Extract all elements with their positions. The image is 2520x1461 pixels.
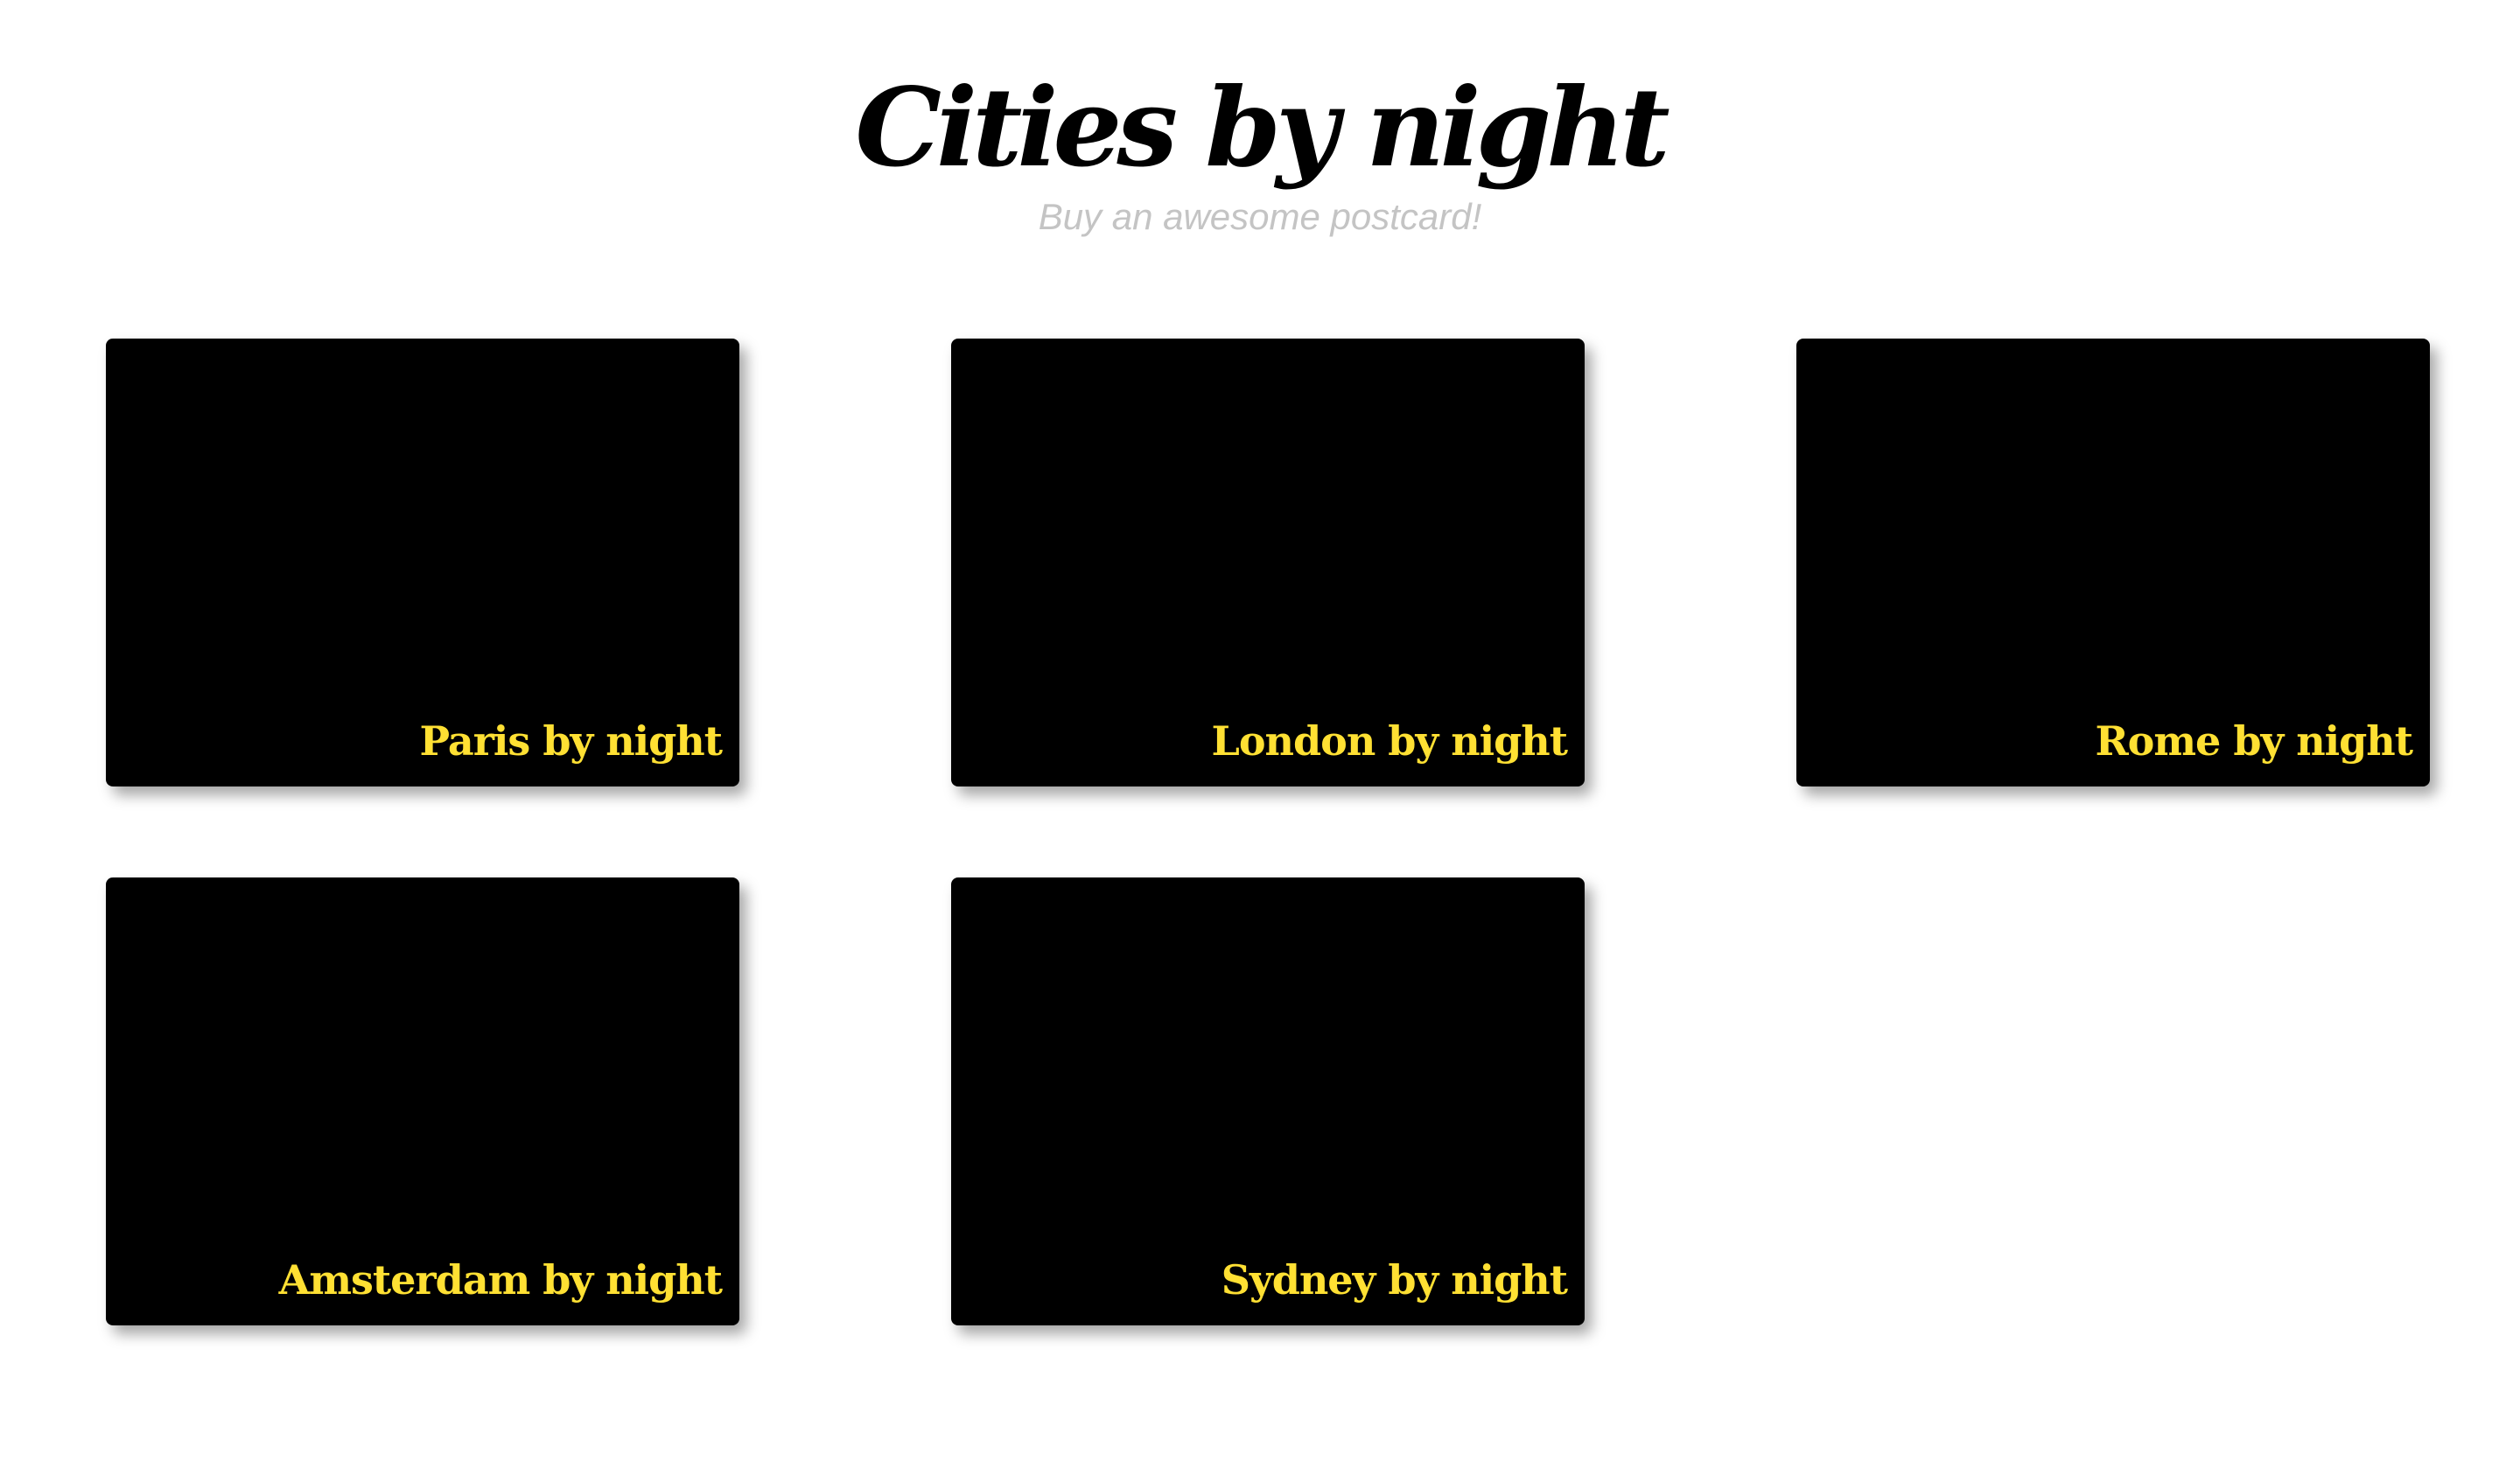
postcard-london[interactable]: London by night — [951, 339, 1585, 786]
page-subtitle: Buy an awesome postcard! — [1038, 196, 1482, 237]
postcard-caption: Paris by night — [419, 717, 723, 765]
postcard-caption: Sydney by night — [1221, 1256, 1568, 1304]
postcard-caption: Rome by night — [2095, 717, 2413, 765]
postcard-sydney[interactable]: Sydney by night — [951, 877, 1585, 1325]
page-title: Cities by night — [855, 65, 1670, 192]
postcard-caption: London by night — [1211, 717, 1568, 765]
postcard-caption: Amsterdam by night — [278, 1256, 723, 1304]
postcard-rome[interactable]: Rome by night — [1796, 339, 2430, 786]
postcard-paris[interactable]: Paris by night — [106, 339, 739, 786]
postcard-amsterdam[interactable]: Amsterdam by night — [106, 877, 739, 1325]
